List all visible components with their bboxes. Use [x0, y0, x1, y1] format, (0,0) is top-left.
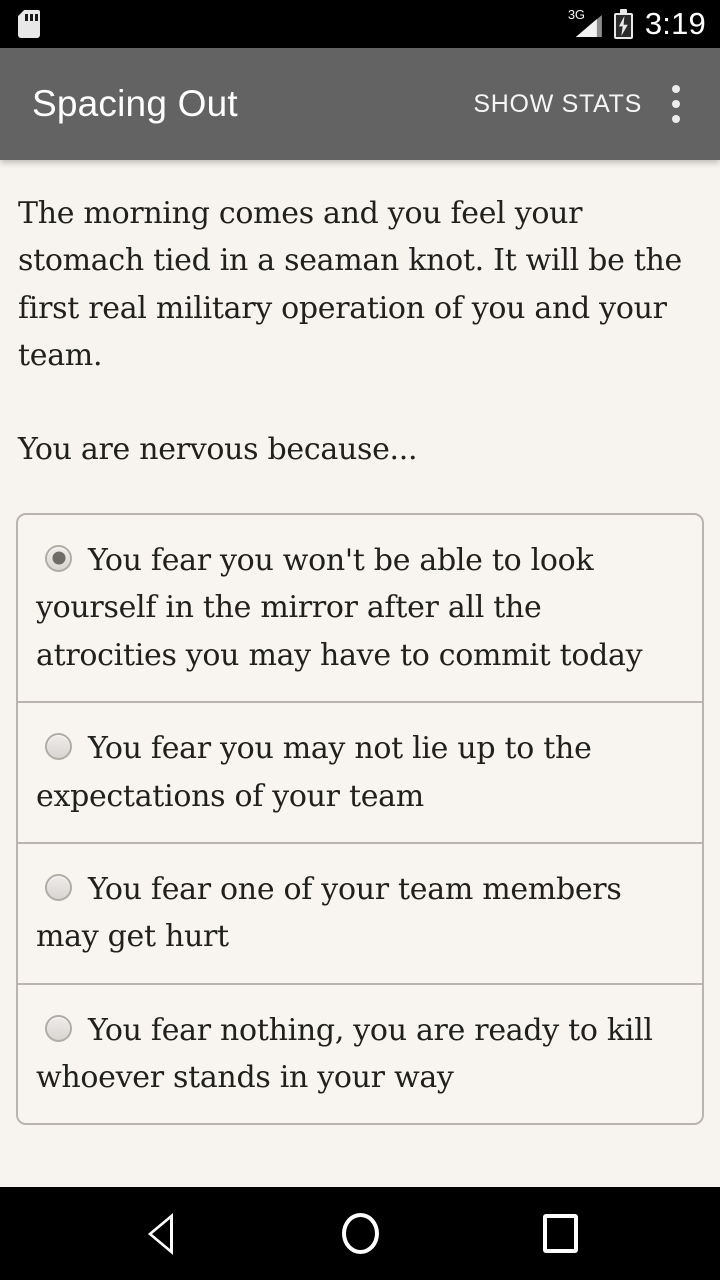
status-bar-clock: 3:19	[644, 5, 706, 41]
nav-back-button[interactable]	[112, 1187, 208, 1280]
show-stats-button[interactable]: SHOW STATS	[467, 80, 648, 129]
story-paragraph-1: The morning comes and you feel your stom…	[18, 196, 683, 374]
app-title: Spacing Out	[32, 83, 238, 124]
story-paragraph-2: You are nervous because...	[18, 431, 418, 467]
radio-button-3[interactable]	[45, 873, 72, 901]
option-row-3[interactable]: You fear one of your team members may ge…	[18, 844, 702, 985]
sd-card-icon	[18, 10, 40, 38]
action-bar-actions: SHOW STATS	[467, 68, 704, 140]
status-bar-left	[18, 10, 40, 38]
signal-bars-icon: 3G	[567, 7, 602, 39]
android-nav-bar	[0, 1187, 720, 1280]
radio-button-2[interactable]	[45, 733, 72, 761]
options-list: You fear you won't be able to look yours…	[16, 512, 704, 1126]
option-label-1: You fear you won't be able to look yours…	[36, 542, 643, 673]
nav-home-button[interactable]	[312, 1187, 408, 1280]
option-row-1[interactable]: You fear you won't be able to look yours…	[18, 515, 702, 704]
action-bar: Spacing Out SHOW STATS	[0, 48, 720, 160]
content-area: The morning comes and you feel your stom…	[0, 160, 720, 1187]
nav-recents-button[interactable]	[512, 1187, 608, 1280]
status-bar: 3G 3:19	[0, 0, 720, 48]
option-label-2: You fear you may not lie up to the expec…	[36, 731, 592, 814]
radio-button-4[interactable]	[45, 1014, 72, 1042]
status-bar-right: 3G 3:19	[568, 8, 706, 41]
option-label-4: You fear nothing, you are ready to kill …	[36, 1012, 653, 1096]
overflow-menu-icon[interactable]	[648, 68, 704, 140]
battery-charging-icon	[613, 9, 633, 39]
radio-button-1[interactable]	[45, 544, 72, 572]
home-circle-icon	[341, 1213, 379, 1254]
recents-square-icon	[542, 1214, 578, 1253]
network-type-label: 3G	[567, 7, 585, 22]
story-text: The morning comes and you feel your stom…	[16, 190, 704, 473]
option-label-3: You fear one of your team members may ge…	[36, 871, 622, 955]
phone-screen: 3G 3:19 Spacing Out SHOW STATS The morni…	[0, 0, 720, 1280]
option-row-2[interactable]: You fear you may not lie up to the expec…	[18, 703, 702, 844]
back-triangle-icon	[147, 1212, 173, 1255]
option-row-4[interactable]: You fear nothing, you are ready to kill …	[18, 985, 702, 1124]
